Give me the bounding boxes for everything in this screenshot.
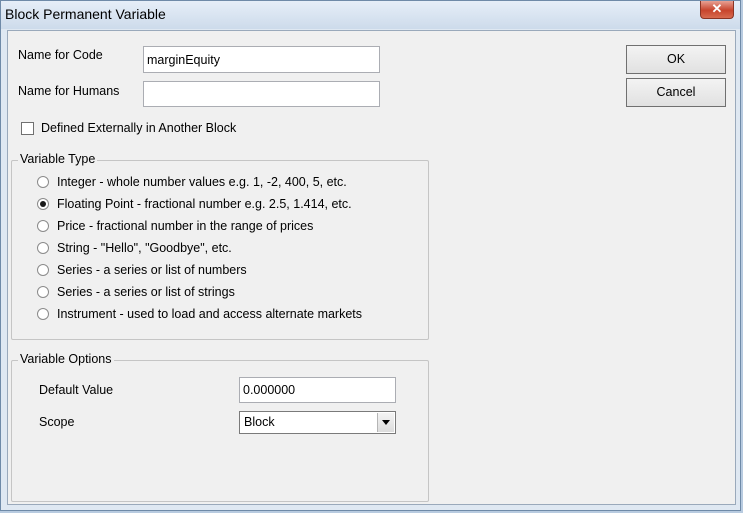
radio-label: Series - a series or list of strings xyxy=(57,285,235,299)
dialog-window: Block Permanent Variable ✕ Name for Code… xyxy=(0,0,741,511)
variable-options-group: Variable Options Default Value Scope Blo… xyxy=(11,352,429,502)
ok-button[interactable]: OK xyxy=(626,45,726,74)
name-for-code-input[interactable] xyxy=(143,46,380,73)
name-for-humans-input[interactable] xyxy=(143,81,380,107)
radio-button[interactable] xyxy=(37,286,49,298)
radio-button[interactable] xyxy=(37,242,49,254)
radio-label: Floating Point - fractional number e.g. … xyxy=(57,197,352,211)
radio-label: Instrument - used to load and access alt… xyxy=(57,307,363,321)
radio-button-selected[interactable] xyxy=(37,198,49,210)
close-button[interactable]: ✕ xyxy=(700,1,734,19)
variable-options-legend: Variable Options xyxy=(18,352,114,366)
radio-label: Integer - whole number values e.g. 1, -2… xyxy=(57,175,347,189)
name-for-code-label: Name for Code xyxy=(18,48,103,62)
radio-label: String - "Hello", "Goodbye", etc. xyxy=(57,241,232,255)
radio-button[interactable] xyxy=(37,264,49,276)
name-for-humans-label: Name for Humans xyxy=(18,84,120,98)
variable-type-legend: Variable Type xyxy=(18,152,98,166)
radio-button[interactable] xyxy=(37,308,49,320)
radio-label: Price - fractional number in the range o… xyxy=(57,219,314,233)
scope-selected-value: Block xyxy=(244,415,275,429)
chevron-down-icon[interactable] xyxy=(377,413,394,432)
radio-button[interactable] xyxy=(37,220,49,232)
dialog-body: Name for Code Name for Humans Defined Ex… xyxy=(7,30,736,505)
radio-button[interactable] xyxy=(37,176,49,188)
defined-externally-label: Defined Externally in Another Block xyxy=(41,121,237,135)
window-title: Block Permanent Variable xyxy=(5,6,166,22)
default-value-label: Default Value xyxy=(39,383,114,397)
cancel-button[interactable]: Cancel xyxy=(626,78,726,107)
variable-type-group: Variable Type Integer - whole number val… xyxy=(11,152,429,340)
default-value-input[interactable] xyxy=(239,377,396,403)
title-bar[interactable]: Block Permanent Variable ✕ xyxy=(1,1,740,29)
scope-select[interactable]: Block xyxy=(239,411,396,434)
radio-label: Series - a series or list of numbers xyxy=(57,263,247,277)
defined-externally-checkbox[interactable] xyxy=(21,122,34,135)
scope-label: Scope xyxy=(39,415,75,429)
